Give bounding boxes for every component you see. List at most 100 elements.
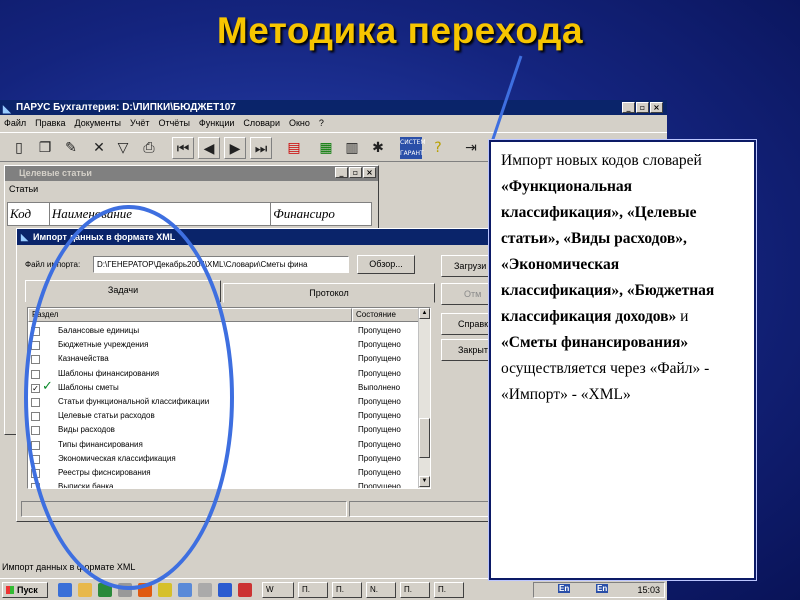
taskbar-button-5[interactable]: П.	[400, 582, 430, 598]
tab-protocol[interactable]: Протокол	[223, 283, 435, 303]
menu-item[interactable]: ?	[319, 115, 324, 131]
child-titlebar: Целевые статьи _ ▫ ×	[5, 166, 378, 181]
row-state: Пропущено	[358, 425, 401, 435]
list-header: Раздел Состояние	[28, 308, 420, 322]
dialog-title: Импорт данных в формате XML	[33, 232, 176, 242]
table-icon[interactable]: ▥	[341, 137, 363, 159]
column-financing[interactable]: Финансиро	[271, 203, 371, 225]
taskbar-button-3[interactable]: П.	[332, 582, 362, 598]
last-icon[interactable]: ⏭	[250, 137, 272, 159]
row-checkbox[interactable]	[31, 454, 40, 464]
list-scrollbar[interactable]: ▲ ▼	[418, 308, 430, 488]
print-icon[interactable]: ⎙	[138, 137, 160, 159]
tab-tasks[interactable]: Задачи	[25, 280, 221, 302]
delete-icon[interactable]: ✕	[88, 137, 110, 159]
system-garant-icon[interactable]: СИСТЕМ ГАРАНТ	[400, 137, 426, 159]
first-icon[interactable]: ⏮	[172, 137, 194, 159]
maximize-button[interactable]: ▫	[636, 102, 649, 113]
row-state: Пропущено	[358, 368, 401, 378]
next-icon[interactable]: ▶	[224, 137, 246, 159]
outlook-icon[interactable]	[98, 583, 112, 597]
row-checkbox[interactable]	[31, 341, 40, 351]
quick-icon-6[interactable]	[158, 583, 172, 597]
row-checkbox[interactable]	[31, 327, 40, 336]
menu-bar: Файл Правка Документы Учёт Отчёты Функции Слов…	[0, 115, 667, 131]
column-state[interactable]: Состояние	[352, 308, 420, 322]
list-item[interactable]: Реестры фиснсирования Пропущено	[28, 466, 420, 480]
list-icon[interactable]: ▤	[283, 137, 305, 159]
prev-icon[interactable]: ◀	[198, 137, 220, 159]
list-item[interactable]: Шаблоны финансирования Пропущено	[28, 367, 420, 381]
row-checkbox[interactable]: ✓	[31, 383, 40, 393]
new-icon[interactable]: ▯	[8, 137, 30, 159]
column-code[interactable]: Код	[8, 203, 50, 225]
row-state: Пропущено	[358, 482, 401, 489]
row-checkbox[interactable]	[31, 397, 40, 407]
explorer-icon[interactable]	[78, 583, 92, 597]
menu-item[interactable]: Словари	[243, 115, 280, 131]
quick-icon-7[interactable]	[178, 583, 192, 597]
exit-icon[interactable]: ⇥	[460, 137, 482, 159]
row-checkbox[interactable]	[31, 440, 40, 450]
menu-item[interactable]: Документы	[75, 115, 121, 131]
scroll-thumb[interactable]	[419, 418, 430, 458]
quick-icon-8[interactable]	[198, 583, 212, 597]
list-item[interactable]: Бюджетные учреждения Пропущено	[28, 338, 420, 352]
taskbar-button-6[interactable]: П.	[434, 582, 464, 598]
language-indicator-1[interactable]: En	[558, 584, 571, 593]
row-section-name: Экономическая классификация	[58, 453, 176, 463]
list-item[interactable]: Казначейства Пропущено	[28, 352, 420, 366]
child-minimize-button[interactable]: _	[335, 167, 348, 178]
close-button[interactable]: ×	[650, 102, 663, 113]
file-path-input[interactable]: D:\ГЕНЕРАТОР\Декабрь2004\XML\Словари\Сме…	[93, 256, 349, 273]
menu-item[interactable]: Окно	[289, 115, 310, 131]
row-checkbox[interactable]	[31, 468, 40, 478]
row-checkbox[interactable]	[31, 426, 40, 436]
help-icon[interactable]: ?	[427, 137, 449, 159]
list-item[interactable]: Целевые статьи расходов Пропущено	[28, 409, 420, 423]
scroll-up-icon[interactable]: ▲	[419, 308, 430, 319]
list-item[interactable]: Балансовые единицы Пропущено	[28, 324, 420, 338]
row-section-name: Типы финансирования	[58, 439, 143, 449]
menu-item[interactable]: Правка	[35, 115, 65, 131]
tools-icon[interactable]: ✱	[367, 137, 389, 159]
column-name[interactable]: Наименование	[50, 203, 272, 225]
list-item[interactable]: Типы финансирования Пропущено	[28, 438, 420, 452]
row-checkbox[interactable]	[31, 369, 40, 379]
row-checkbox[interactable]	[31, 412, 40, 422]
taskbar-button-4[interactable]: N.	[366, 582, 396, 598]
menu-item[interactable]: Учёт	[130, 115, 150, 131]
start-button[interactable]: Пуск	[2, 582, 48, 598]
row-section-name: Казначейства	[58, 354, 109, 364]
column-section[interactable]: Раздел	[28, 308, 352, 322]
menu-item[interactable]: Отчёты	[159, 115, 190, 131]
callout-text-4: «Сметы финансирования»	[501, 334, 689, 351]
list-item[interactable]: Статьи функциональной классификации Пропу…	[28, 395, 420, 409]
quick-icon-10[interactable]	[238, 583, 252, 597]
row-checkbox[interactable]	[31, 483, 40, 488]
child-close-button[interactable]: ×	[363, 167, 376, 178]
scroll-down-icon[interactable]: ▼	[419, 476, 430, 487]
minimize-button[interactable]: _	[622, 102, 635, 113]
taskbar-button-word[interactable]: W	[262, 582, 294, 598]
list-item[interactable]: Выписки банка Пропущено	[28, 480, 420, 489]
copy-icon[interactable]: ❐	[34, 137, 56, 159]
callout-text-1: Импорт новых кодов словарей	[501, 152, 702, 169]
language-indicator-2[interactable]: En	[596, 584, 609, 593]
filter-icon[interactable]: ▽	[112, 137, 134, 159]
child-maximize-button[interactable]: ▫	[349, 167, 362, 178]
calculator-icon[interactable]: ▦	[315, 137, 337, 159]
app-quick-icon[interactable]	[118, 583, 132, 597]
list-item[interactable]: Виды расходов Пропущено	[28, 423, 420, 437]
quick-icon-5[interactable]	[138, 583, 152, 597]
edit-icon[interactable]: ✎	[60, 137, 82, 159]
list-item[interactable]: Экономическая классификация Пропущено	[28, 452, 420, 466]
taskbar-button-2[interactable]: П.	[298, 582, 328, 598]
desktop-icon[interactable]	[58, 583, 72, 597]
menu-item[interactable]: Функции	[199, 115, 234, 131]
row-checkbox[interactable]	[31, 355, 40, 365]
quick-icon-9[interactable]	[218, 583, 232, 597]
menu-item[interactable]: Файл	[4, 115, 26, 131]
browse-button[interactable]: Обзор...	[357, 255, 415, 274]
list-item[interactable]: ✓ ✓ Шаблоны сметы Выполнено	[28, 379, 420, 395]
